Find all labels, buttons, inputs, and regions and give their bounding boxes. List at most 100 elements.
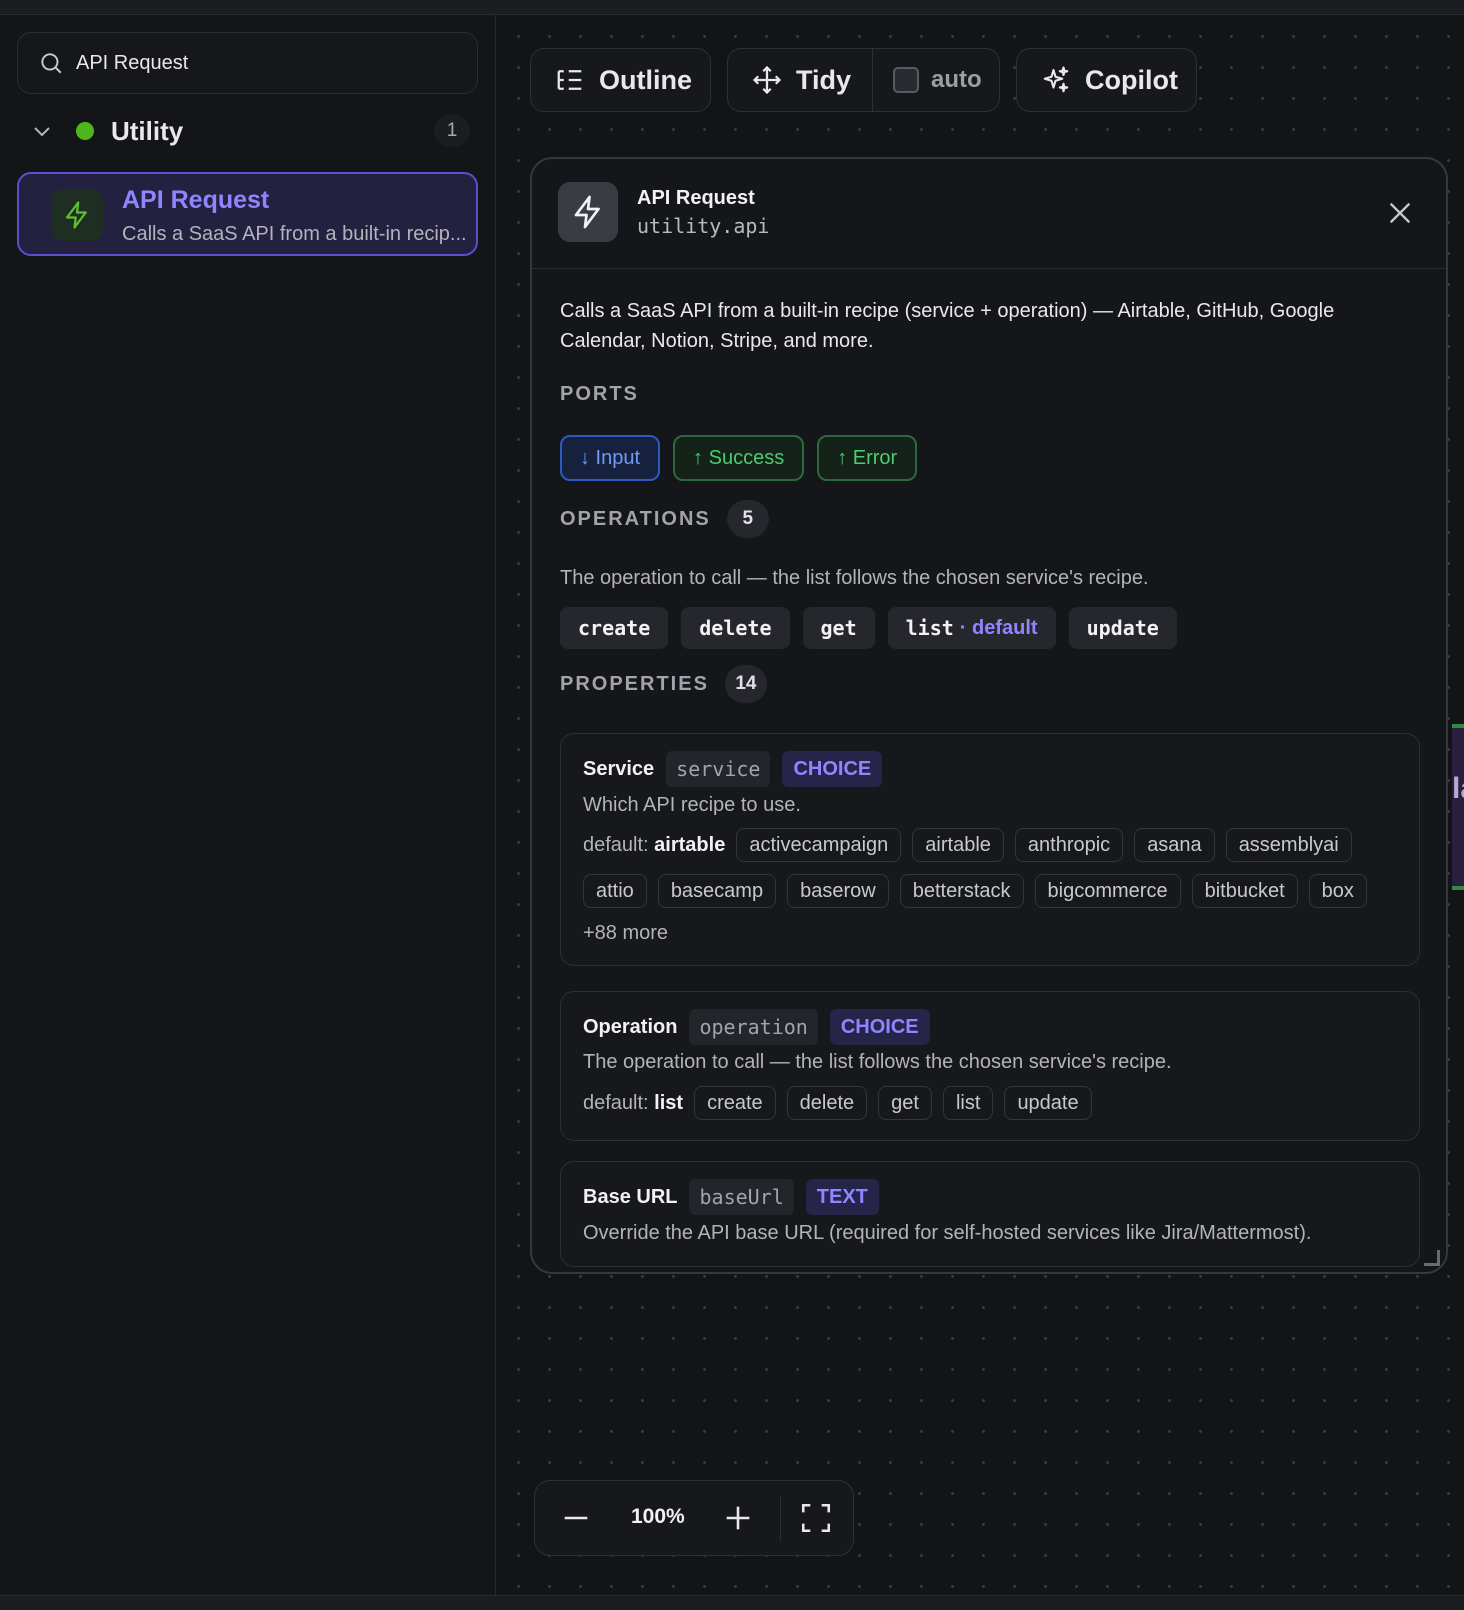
category-count-badge: 1 — [434, 115, 470, 147]
node-description: Calls a SaaS API from a built-in recipe … — [560, 300, 1335, 352]
tidy-button[interactable]: Tidy — [728, 49, 873, 111]
fit-view-icon[interactable] — [799, 1501, 833, 1535]
option-chip: betterstack — [899, 874, 1024, 908]
property-card-service: Service service CHOICE Which API recipe … — [560, 733, 1420, 966]
property-name: Service — [583, 757, 655, 780]
operations-heading: OPERATIONS 5 — [560, 500, 769, 538]
resize-handle-icon[interactable] — [1424, 1250, 1440, 1266]
properties-heading: PROPERTIES 14 — [560, 665, 767, 703]
operation-chip: create — [560, 607, 669, 649]
property-description: Override the API base URL (required for … — [583, 1222, 1312, 1244]
option-chip: anthropic — [1014, 828, 1124, 862]
search-input[interactable]: API Request — [17, 32, 478, 94]
option-chip: airtable — [912, 828, 1004, 862]
property-type-badge: TEXT — [805, 1179, 879, 1215]
zoom-level: 100% — [631, 1505, 685, 1528]
property-card-operation: Operation operation CHOICE The operation… — [560, 991, 1420, 1141]
option-chip: update — [1004, 1086, 1092, 1120]
property-description: The operation to call — the list follows… — [583, 1051, 1172, 1073]
category-name: Utility — [111, 115, 184, 146]
panel-title: API Request — [637, 187, 755, 209]
option-chip: basecamp — [657, 874, 777, 908]
property-key: baseUrl — [689, 1179, 794, 1215]
property-card-base-url: Base URL baseUrl TEXT Override the API b… — [560, 1161, 1420, 1267]
option-chip: bigcommerce — [1034, 874, 1181, 908]
ports-list: ↓ Input ↑ Success ↑ Error — [560, 435, 918, 481]
option-chip: baserow — [787, 874, 889, 908]
port-success: ↑ Success — [673, 435, 805, 481]
ports-heading: PORTS — [560, 383, 639, 406]
node-type-id: utility.api — [637, 214, 770, 238]
option-chip: get — [878, 1086, 932, 1120]
option-chip: attio — [583, 874, 647, 908]
option-chip: box — [1308, 874, 1367, 908]
property-type-badge: CHOICE — [782, 751, 883, 787]
canvas-node-partial[interactable]: la — [1452, 724, 1464, 890]
option-chip: create — [694, 1086, 776, 1120]
property-name: Operation — [583, 1015, 678, 1038]
option-chip: activecampaign — [736, 828, 902, 862]
property-description: Which API recipe to use. — [583, 794, 801, 816]
zoom-controls: 100% — [534, 1480, 854, 1556]
auto-toggle[interactable]: auto — [873, 49, 982, 111]
category-utility[interactable]: Utility 1 — [30, 111, 470, 151]
close-icon[interactable] — [1386, 199, 1414, 227]
default-label: default: — [583, 833, 649, 856]
option-chip: bitbucket — [1191, 874, 1298, 908]
port-input: ↓ Input — [560, 435, 661, 481]
status-dot — [76, 122, 94, 140]
properties-count-badge: 14 — [724, 665, 767, 703]
outline-button[interactable]: Outline — [530, 48, 711, 112]
item-description: Calls a SaaS API from a built-in recip..… — [122, 223, 467, 245]
property-options: default: airtable activecampaign airtabl… — [583, 828, 1403, 945]
property-type-badge: CHOICE — [829, 1009, 930, 1045]
copilot-button[interactable]: Copilot — [1016, 48, 1197, 112]
item-title: API Request — [122, 186, 270, 214]
zoom-in-icon[interactable] — [721, 1501, 755, 1535]
operation-name: list — [905, 616, 954, 640]
operations-count-badge: 5 — [726, 500, 769, 538]
default-marker: · default — [959, 616, 1038, 639]
top-bar — [0, 0, 1464, 15]
tidy-label: Tidy — [796, 64, 852, 95]
auto-label: auto — [931, 66, 982, 93]
operation-chip: get — [802, 607, 875, 649]
zoom-out-icon[interactable] — [559, 1501, 593, 1535]
default-label: default: — [583, 1091, 649, 1114]
bottom-bar — [0, 1595, 1464, 1610]
outline-icon — [557, 70, 582, 90]
search-icon — [41, 53, 62, 74]
option-chip: list — [942, 1086, 994, 1120]
default-value-text: list — [654, 1091, 684, 1114]
property-options: default: list create delete get list upd… — [583, 1086, 1403, 1120]
move-icon — [752, 65, 782, 95]
outline-label: Outline — [599, 64, 692, 95]
property-key: operation — [689, 1009, 818, 1045]
properties-heading-text: PROPERTIES — [560, 672, 709, 695]
lightning-icon — [51, 189, 103, 241]
property-name: Base URL — [583, 1185, 678, 1208]
ports-heading-text: PORTS — [560, 383, 639, 405]
divider — [780, 1497, 781, 1541]
sparkles-icon — [1043, 66, 1069, 93]
chevron-down-icon[interactable] — [30, 119, 54, 143]
list-item-api-request[interactable]: API Request Calls a SaaS API from a buil… — [17, 172, 478, 256]
default-value: default: airtable — [583, 834, 725, 857]
option-chip: asana — [1134, 828, 1215, 862]
option-chip: delete — [786, 1086, 868, 1120]
sidebar: API Request Utility 1 API Request Calls … — [0, 15, 496, 1595]
more-options-text: +88 more — [583, 922, 669, 944]
default-value-text: airtable — [654, 833, 726, 856]
property-key: service — [666, 751, 771, 787]
tidy-group: Tidy auto — [727, 48, 1000, 112]
option-chip: assemblyai — [1225, 828, 1352, 862]
copilot-label: Copilot — [1085, 64, 1178, 95]
panel-header: API Request utility.api — [532, 159, 1446, 269]
operation-chip: delete — [681, 607, 790, 649]
operations-description: The operation to call — the list follows… — [560, 567, 1149, 589]
auto-checkbox[interactable] — [893, 67, 919, 93]
default-value: default: list — [583, 1092, 683, 1115]
operation-chip-default: list · default — [887, 607, 1056, 649]
node-details-panel: API Request utility.api Calls a SaaS API… — [530, 157, 1448, 1274]
operations-heading-text: OPERATIONS — [560, 507, 711, 530]
